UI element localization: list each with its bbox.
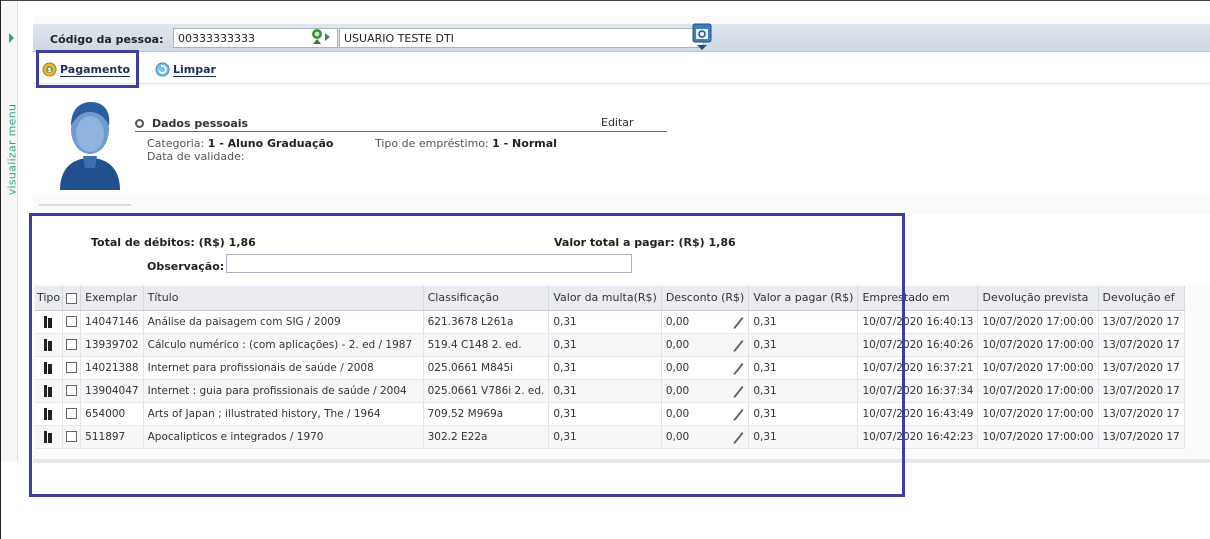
efetiva-cell: 13/07/2020 17 (1098, 310, 1185, 334)
efetiva-cell: 13/07/2020 17 (1098, 356, 1185, 380)
tabs-strip (39, 204, 131, 206)
data-validade-label: Data de validade: (147, 150, 245, 163)
efetiva-cell: 13/07/2020 17 (1098, 402, 1185, 426)
tipo-emprestimo-line: Tipo de empréstimo: 1 - Normal (375, 137, 557, 150)
efetiva-cell: 13/07/2020 17 (1098, 379, 1185, 403)
window-top-border (0, 0, 1210, 1)
side-menu-label[interactable]: visualizar menu (6, 95, 19, 205)
prevista-cell: 10/07/2020 17:00:00 (977, 425, 1099, 449)
codigo-label: Código da pessoa: (50, 33, 164, 46)
limpar-button[interactable]: Limpar (155, 62, 216, 77)
arrow-right-icon[interactable] (9, 33, 14, 43)
highlight-pagamento (36, 50, 139, 88)
toolbar: $ Pagamento Limpar (33, 54, 1210, 84)
dados-pessoais-label: Dados pessoais (152, 117, 249, 130)
prevista-cell: 10/07/2020 17:00:00 (977, 356, 1099, 380)
highlight-debts (29, 213, 905, 497)
dados-pessoais-heading: Dados pessoais (135, 117, 248, 130)
avatar-icon (55, 94, 125, 190)
categoria-line: Categoria: 1 - Aluno Graduação (147, 137, 333, 150)
calendar-icon[interactable] (691, 22, 713, 52)
efetiva-cell: 13/07/2020 17 (1098, 425, 1185, 449)
limpar-label: Limpar (173, 62, 216, 77)
categoria-value: 1 - Aluno Graduação (207, 137, 334, 150)
nome-input[interactable] (339, 28, 704, 48)
section-divider (135, 131, 667, 132)
editar-link[interactable]: Editar (601, 116, 634, 129)
col-devolucao-efetiva[interactable]: Devolução ef (1098, 286, 1185, 311)
section-bullet (135, 119, 144, 128)
efetiva-cell: 13/07/2020 17 (1098, 333, 1185, 357)
prevista-cell: 10/07/2020 17:00:00 (977, 379, 1099, 403)
categoria-label: Categoria: (147, 137, 205, 150)
col-devolucao-prevista[interactable]: Devolução prevista (977, 286, 1099, 311)
refresh-icon (155, 62, 170, 77)
tipo-emprestimo-value: 1 - Normal (492, 137, 557, 150)
side-menu-strip[interactable]: visualizar menu (1, 1, 19, 461)
tipo-emprestimo-label: Tipo de empréstimo: (375, 137, 489, 150)
prevista-cell: 10/07/2020 17:00:00 (977, 310, 1099, 334)
prevista-cell: 10/07/2020 17:00:00 (977, 402, 1099, 426)
profile-panel: Dados pessoais Editar Categoria: 1 - Alu… (33, 87, 1210, 195)
prevista-cell: 10/07/2020 17:00:00 (977, 333, 1099, 357)
person-search-icon[interactable] (309, 28, 333, 46)
person-header-bar: Código da pessoa: (33, 22, 1210, 52)
